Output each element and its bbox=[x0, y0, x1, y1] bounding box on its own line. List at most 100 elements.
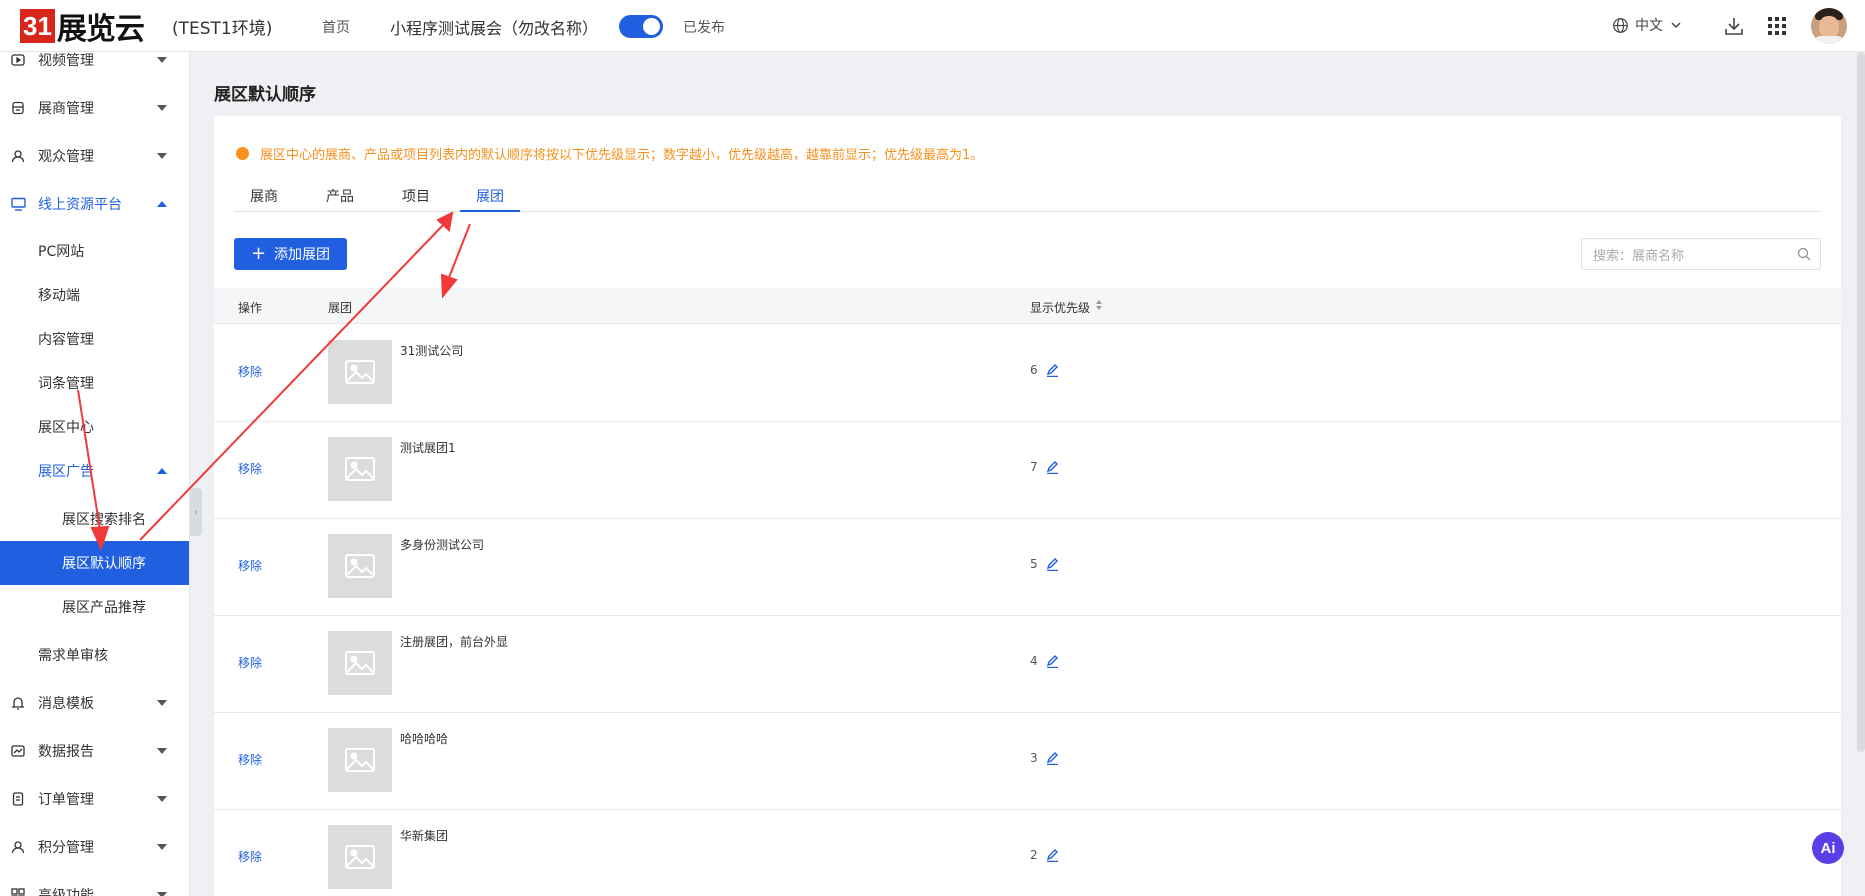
sidebar-item-search-ranking[interactable]: 展区搜索排名 bbox=[0, 497, 189, 541]
logo-text: 展览云 bbox=[56, 12, 145, 47]
sidebar-item-product-recommend[interactable]: 展区产品推荐 bbox=[0, 585, 189, 629]
table-row: 移除 哈哈哈哈 3 bbox=[214, 713, 1841, 810]
remove-link[interactable]: 移除 bbox=[238, 363, 262, 380]
sidebar-item-content[interactable]: 内容管理 bbox=[0, 317, 189, 361]
tab-exhibitors[interactable]: 展商 bbox=[250, 186, 278, 206]
publish-toggle[interactable] bbox=[619, 15, 663, 38]
tab-products[interactable]: 产品 bbox=[326, 186, 354, 206]
category-tabs: 展商 产品 项目 展团 bbox=[234, 180, 1821, 212]
chevron-down-icon bbox=[157, 844, 167, 850]
add-group-label: 添加展团 bbox=[274, 247, 331, 263]
sidebar-item-pc-website[interactable]: PC网站 bbox=[0, 229, 189, 273]
search-icon bbox=[1797, 247, 1811, 261]
sidebar-item-label: 移动端 bbox=[38, 288, 80, 304]
ai-assistant-button[interactable]: Ai bbox=[1812, 832, 1844, 864]
priority-value: 2 bbox=[1030, 848, 1059, 862]
sort-icon[interactable] bbox=[1096, 299, 1102, 311]
tab-groups[interactable]: 展团 bbox=[476, 186, 504, 206]
image-placeholder-icon bbox=[328, 437, 392, 501]
environment-label: (TEST1环境) bbox=[172, 19, 273, 39]
sidebar-item-mobile[interactable]: 移动端 bbox=[0, 273, 189, 317]
user-avatar[interactable] bbox=[1811, 8, 1847, 44]
sidebar-item-label: 消息模板 bbox=[38, 696, 94, 712]
language-selector[interactable]: 中文 bbox=[1612, 15, 1687, 35]
sidebar-item-label: 高级功能 bbox=[38, 888, 94, 896]
header-group: 展团 bbox=[328, 301, 353, 315]
search-input[interactable]: 搜索：展商名称 bbox=[1581, 238, 1821, 270]
image-placeholder-icon bbox=[328, 728, 392, 792]
remove-link[interactable]: 移除 bbox=[238, 751, 262, 768]
table-row: 移除 测试展团1 7 bbox=[214, 422, 1841, 519]
chevron-down-icon bbox=[157, 105, 167, 111]
logo-mark: 31 bbox=[20, 9, 55, 43]
priority-value: 5 bbox=[1030, 557, 1059, 571]
group-name: 31测试公司 bbox=[400, 344, 464, 358]
logo[interactable]: 31 展览云 bbox=[20, 8, 145, 47]
chevron-up-icon bbox=[157, 468, 167, 474]
sidebar-item-label: 订单管理 bbox=[38, 792, 94, 808]
video-icon bbox=[10, 52, 26, 68]
image-placeholder-icon bbox=[328, 825, 392, 889]
remove-link[interactable]: 移除 bbox=[238, 848, 262, 865]
sidebar-item-label: 展区默认顺序 bbox=[62, 556, 146, 572]
user-icon bbox=[10, 839, 26, 855]
sidebar-item-zone-ads[interactable]: 展区广告 bbox=[0, 449, 189, 493]
sidebar-item-video[interactable]: 视频管理 bbox=[0, 52, 189, 82]
edit-icon[interactable] bbox=[1046, 654, 1059, 668]
sidebar-item-label: 数据报告 bbox=[38, 744, 94, 760]
sidebar-item-advanced[interactable]: 高级功能 bbox=[0, 873, 189, 896]
download-icon[interactable] bbox=[1724, 16, 1744, 36]
chevron-down-icon bbox=[157, 796, 167, 802]
top-header: 31 展览云 (TEST1环境) 首页 小程序测试展会（勿改名称） 已发布 中文 bbox=[0, 0, 1865, 52]
priority-number: 3 bbox=[1030, 751, 1038, 765]
group-name: 华新集团 bbox=[400, 829, 449, 843]
add-group-button[interactable]: + 添加展团 bbox=[234, 238, 347, 270]
sidebar-item-message-templates[interactable]: 消息模板 bbox=[0, 681, 189, 725]
sidebar-item-online-platform[interactable]: 线上资源平台 bbox=[0, 182, 189, 226]
table-row: 移除 注册展团，前台外显 4 bbox=[214, 616, 1841, 713]
remove-link[interactable]: 移除 bbox=[238, 654, 262, 671]
sidebar-item-default-order[interactable]: 展区默认顺序 bbox=[0, 541, 189, 585]
edit-icon[interactable] bbox=[1046, 751, 1059, 765]
chevron-down-icon bbox=[157, 700, 167, 706]
group-name: 注册展团，前台外显 bbox=[400, 635, 509, 649]
apps-grid-icon[interactable] bbox=[1767, 16, 1787, 36]
sidebar-item-reports[interactable]: 数据报告 bbox=[0, 729, 189, 773]
edit-icon[interactable] bbox=[1046, 557, 1059, 571]
sidebar-item-points[interactable]: 积分管理 bbox=[0, 825, 189, 869]
sidebar-item-label: 内容管理 bbox=[38, 332, 94, 348]
sidebar-item-label: 展区广告 bbox=[38, 464, 94, 480]
tab-projects[interactable]: 项目 bbox=[402, 186, 430, 206]
toggle-knob bbox=[643, 18, 660, 35]
sidebar-item-label: PC网站 bbox=[38, 244, 85, 260]
edit-icon[interactable] bbox=[1046, 848, 1059, 862]
sidebar: 视频管理 展商管理 观众管理 线上资源平台 PC网站 移动端 内容管理 词条管理… bbox=[0, 52, 190, 896]
priority-value: 4 bbox=[1030, 654, 1059, 668]
remove-link[interactable]: 移除 bbox=[238, 460, 262, 477]
sidebar-item-demand-review[interactable]: 需求单审核 bbox=[0, 633, 189, 677]
sidebar-item-exhibitors[interactable]: 展商管理 bbox=[0, 86, 189, 130]
priority-number: 7 bbox=[1030, 460, 1038, 474]
sidebar-item-label: 词条管理 bbox=[38, 376, 94, 392]
priority-number: 6 bbox=[1030, 363, 1038, 377]
edit-icon[interactable] bbox=[1046, 460, 1059, 474]
user-icon bbox=[10, 148, 26, 164]
store-icon bbox=[10, 100, 26, 116]
edit-icon[interactable] bbox=[1046, 363, 1059, 377]
header-priority[interactable]: 显示优先级 bbox=[1030, 299, 1090, 316]
chevron-down-icon bbox=[157, 57, 167, 63]
table-row: 移除 31测试公司 6 bbox=[214, 325, 1841, 422]
priority-value: 7 bbox=[1030, 460, 1059, 474]
sidebar-item-label: 积分管理 bbox=[38, 840, 94, 856]
sidebar-item-zone-center[interactable]: 展区中心 bbox=[0, 405, 189, 449]
home-link[interactable]: 首页 bbox=[322, 17, 350, 37]
sidebar-item-terms[interactable]: 词条管理 bbox=[0, 361, 189, 405]
sidebar-item-orders[interactable]: 订单管理 bbox=[0, 777, 189, 821]
search-placeholder: 搜索：展商名称 bbox=[1593, 248, 1685, 264]
sidebar-item-visitors[interactable]: 观众管理 bbox=[0, 134, 189, 178]
table-row: 移除 多身份测试公司 5 bbox=[214, 519, 1841, 616]
sidebar-collapse-handle[interactable]: ‹ bbox=[190, 488, 202, 536]
page-scrollbar[interactable] bbox=[1857, 52, 1865, 752]
remove-link[interactable]: 移除 bbox=[238, 557, 262, 574]
bell-icon bbox=[10, 695, 26, 711]
